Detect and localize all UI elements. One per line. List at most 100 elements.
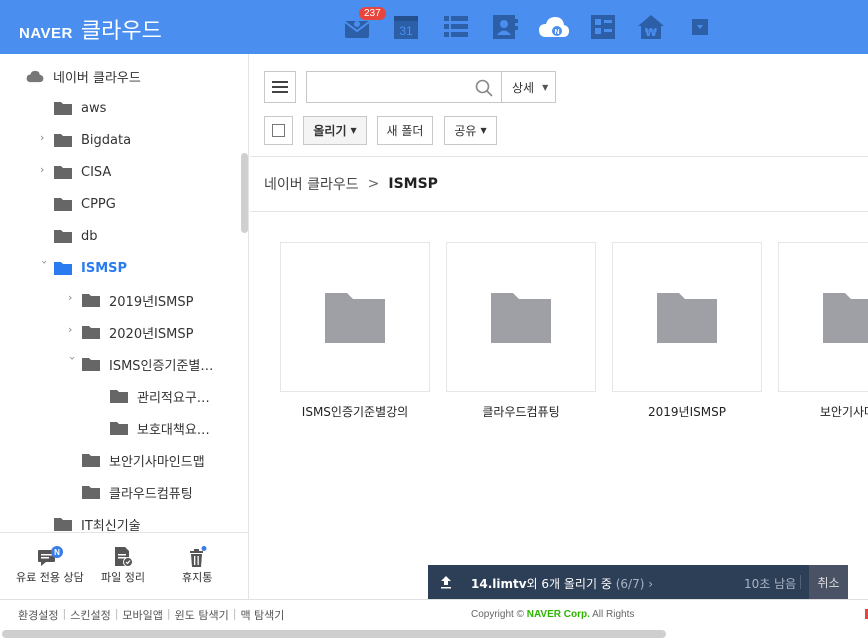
search-icon[interactable] — [475, 79, 493, 97]
chevron-right-icon[interactable]: › — [40, 132, 50, 143]
tree-item-label: ISMSP — [81, 260, 128, 276]
tree-item-cloud-computing[interactable]: 클라우드컴퓨팅 — [82, 481, 193, 503]
memo-app-button[interactable] — [589, 13, 617, 41]
tree-item-cppg[interactable]: CPPG — [54, 193, 116, 215]
tree-item-label: CPPG — [81, 196, 116, 212]
new-folder-label: 새 폴더 — [386, 124, 424, 138]
tree-item-admin-requirements[interactable]: 관리적요구… — [110, 385, 210, 407]
paid-consult-button[interactable]: N 유료 전용 상담 — [16, 545, 84, 585]
tree-item-cisa[interactable]: › CISA — [40, 161, 112, 183]
folder-name[interactable]: 클라우드컴퓨팅 — [446, 403, 596, 420]
main-content: 상세 ▼ 올리기 ▼ 새 폴더 공유 ▼ 네이버 클라우드 > ISMSP IS… — [250, 54, 868, 599]
footer-link-skin[interactable]: 스킨설정 — [70, 607, 110, 623]
chevron-right-icon[interactable]: › — [68, 292, 78, 303]
tree-item-security-mindmap[interactable]: 보안기사마인드맵 — [82, 449, 205, 471]
toolbar-divider — [250, 156, 868, 157]
tree-item-db[interactable]: db — [54, 225, 98, 247]
footer-links: 환경설정 | 스킨설정 | 모바일앱 | 윈도 탐색기 | 맥 탐색기 — [18, 607, 285, 623]
tree-item-label: CISA — [81, 164, 112, 180]
ledger-app-button[interactable]: ₩ — [637, 13, 665, 41]
contacts-app-button[interactable] — [491, 13, 519, 41]
cloud-icon: N — [539, 17, 569, 37]
upload-cancel-button[interactable]: 취소 — [809, 565, 848, 599]
tree-item-2019-ismsp[interactable]: › 2019년ISMSP — [68, 289, 193, 311]
tree-item-it-trends[interactable]: IT최신기술 — [54, 513, 141, 534]
trash-button[interactable]: 휴지통 — [182, 545, 212, 585]
file-organize-button[interactable]: 파일 정리 — [101, 545, 145, 585]
footer-link-settings[interactable]: 환경설정 — [18, 607, 58, 623]
horizontal-scrollbar[interactable] — [2, 630, 666, 638]
footer: 환경설정 | 스킨설정 | 모바일앱 | 윈도 탐색기 | 맥 탐색기 Copyrigh… — [0, 599, 868, 639]
folder-name[interactable]: 보안기사마인 — [778, 403, 868, 420]
tree-item-label: 2020년ISMSP — [109, 326, 194, 342]
cloud-app-button[interactable]: N — [538, 13, 570, 41]
folder-icon — [657, 293, 717, 343]
sidebar-actions: N 유료 전용 상담 파일 정리 휴지통 — [0, 532, 248, 599]
upload-status-bar[interactable]: 14.limtv외 6개 올리기 중 (6/7) › 10초 남음 취소 — [428, 565, 848, 599]
folder-card[interactable] — [446, 242, 596, 392]
calendar-app-button[interactable]: 31 — [392, 13, 420, 41]
mail-unread-badge: 237 — [359, 7, 386, 20]
tasks-app-button[interactable] — [442, 13, 470, 41]
svg-text:N: N — [554, 29, 559, 36]
more-apps-button[interactable] — [686, 13, 714, 41]
tree-item-label: 클라우드컴퓨팅 — [109, 486, 193, 502]
tree-item-label: 관리적요구… — [137, 390, 210, 406]
folder-icon — [54, 262, 72, 275]
upload-button[interactable]: 올리기 ▼ — [303, 116, 367, 145]
breadcrumb-divider — [250, 211, 868, 212]
view-toggle-button[interactable] — [264, 71, 296, 103]
detail-search-button[interactable]: 상세 ▼ — [501, 71, 556, 103]
search-input[interactable] — [307, 72, 467, 102]
upload-progress: (6/7) — [615, 577, 645, 591]
footer-link-mobile-app[interactable]: 모바일앱 — [122, 607, 162, 623]
naver-logo[interactable]: NAVER — [19, 25, 73, 42]
copyright-prefix: Copyright © — [471, 609, 524, 620]
tree-item-ismsp[interactable]: › ISMSP — [38, 257, 128, 279]
footer-link-mac-explorer[interactable]: 맥 탐색기 — [240, 607, 284, 623]
tree-item-bigdata[interactable]: › Bigdata — [40, 129, 131, 151]
folder-card[interactable] — [280, 242, 430, 392]
tree-item-protection-requirements[interactable]: 보호대책요… — [110, 417, 210, 439]
upload-remaining: 10초 남음 — [744, 577, 797, 591]
folder-card[interactable] — [612, 242, 762, 392]
footer-link-windows-explorer[interactable]: 윈도 탐색기 — [175, 607, 229, 623]
chevron-down-icon[interactable]: › — [66, 356, 79, 366]
folder-card[interactable] — [778, 242, 868, 392]
upload-message: 외 6개 올리기 중 — [526, 577, 612, 591]
folder-icon — [82, 326, 100, 339]
household-ledger-icon: ₩ — [638, 15, 664, 39]
calendar-day: 31 — [399, 24, 413, 38]
folder-icon — [82, 454, 100, 467]
folder-icon — [325, 293, 385, 343]
breadcrumb-current: ISMSP — [388, 176, 438, 192]
tree-item-label: ISMS인증기준별… — [109, 358, 214, 374]
share-button[interactable]: 공유 ▼ — [444, 116, 497, 145]
product-name[interactable]: 클라우드 — [81, 13, 162, 45]
file-organize-label: 파일 정리 — [101, 571, 145, 584]
company-name[interactable]: NAVER Corp. — [527, 609, 590, 620]
logo[interactable]: NAVER 클라우드 — [19, 13, 162, 45]
folder-name[interactable]: ISMS인증기준별강의 — [280, 403, 430, 420]
chevron-right-icon[interactable]: › — [68, 324, 78, 335]
consult-new-badge: N — [54, 548, 60, 557]
chevron-right-icon[interactable]: › — [40, 164, 50, 175]
folder-icon — [110, 390, 128, 403]
upload-label: 올리기 — [313, 124, 347, 138]
tree-item-aws[interactable]: aws — [54, 97, 106, 119]
folder-icon — [54, 102, 72, 115]
select-all-area[interactable] — [264, 116, 293, 145]
breadcrumb-root[interactable]: 네이버 클라우드 — [264, 174, 359, 194]
select-all-checkbox[interactable] — [272, 124, 285, 137]
upload-status-text: 14.limtv외 6개 올리기 중 (6/7) › — [471, 575, 653, 592]
tree-item-2020-ismsp[interactable]: › 2020년ISMSP — [68, 321, 194, 343]
tree-root[interactable]: 네이버 클라우드 — [26, 65, 141, 87]
folder-name[interactable]: 2019년ISMSP — [612, 403, 762, 420]
more-dropdown-icon — [692, 19, 708, 35]
sidebar-scrollbar[interactable] — [241, 153, 248, 233]
new-folder-button[interactable]: 새 폴더 — [377, 116, 433, 145]
upload-file-name: 14.limtv — [471, 577, 527, 591]
chevron-down-icon[interactable]: › — [38, 260, 51, 270]
tree-item-isms-criteria[interactable]: › ISMS인증기준별… — [66, 353, 214, 375]
tree-item-label: IT최신기술 — [81, 518, 141, 534]
